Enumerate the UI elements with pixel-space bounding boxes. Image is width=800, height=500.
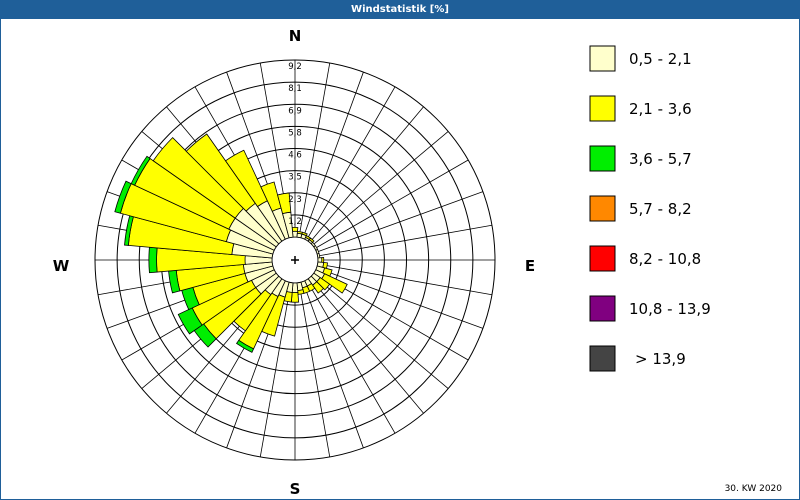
grid-spoke	[316, 267, 484, 329]
radial-tick-label: 2,3	[288, 195, 302, 205]
legend-label: 2,1 - 3,6	[629, 100, 692, 118]
compass-label-W: W	[53, 257, 70, 275]
legend: 0,5 - 2,1 2,1 - 3,6 3,6 - 5,7 5,7 - 8,2 8,2 …	[589, 45, 711, 372]
radial-tick-label: 4,6	[288, 151, 302, 161]
radial-tick-label: 3,5	[288, 173, 302, 183]
grid-spoke	[298, 62, 331, 238]
legend-swatch	[589, 145, 616, 172]
grid-spoke	[312, 274, 449, 389]
radial-tick-label: 9,2	[288, 62, 302, 72]
compass-label-E: E	[525, 257, 535, 275]
radial-tick-label: 1,2	[288, 217, 302, 227]
grid-spoke	[317, 224, 493, 257]
window-title: Windstatistik [%]	[1, 1, 799, 19]
center-marker	[291, 256, 299, 264]
legend-label: 8,2 - 10,8	[629, 250, 701, 268]
legend-swatch	[589, 45, 616, 72]
legend-swatch	[589, 245, 616, 272]
grid-spoke	[302, 71, 364, 239]
rose-wedge-0-bin-1	[291, 226, 299, 232]
grid-spoke	[302, 281, 364, 449]
compass-label-N: N	[289, 27, 302, 45]
legend-swatch	[589, 195, 616, 222]
legend-label: 5,7 - 8,2	[629, 200, 692, 218]
week-label: 30. KW 2020	[724, 484, 782, 494]
rose-wedge-90-bin-1	[321, 257, 325, 263]
rose-wedge-170-bin-1	[297, 289, 305, 295]
grid-spoke	[316, 191, 484, 253]
radial-tick-label: 6,9	[288, 106, 302, 116]
legend-swatch	[589, 95, 616, 122]
legend-swatch	[589, 295, 616, 322]
wind-rose-chart: 1,2 2,3 3,5 4,6 5,8 6,9 8,1 9,2 N E S W 0,5 - 2,1 2,1…	[53, 27, 711, 498]
radial-tick-label: 8,1	[288, 84, 302, 94]
radial-tick-label: 5,8	[288, 128, 302, 138]
grid-spoke	[309, 277, 424, 414]
grid-spoke	[312, 131, 449, 246]
compass-label-S: S	[290, 480, 301, 498]
grid-spoke	[314, 159, 469, 249]
legend-label: 0,5 - 2,1	[629, 50, 692, 68]
grid-spoke	[306, 279, 396, 434]
rose-sectors	[114, 133, 348, 353]
legend-swatch	[589, 345, 616, 372]
legend-label: 3,6 - 5,7	[629, 150, 692, 168]
rose-wedge-80-bin-0	[316, 253, 321, 259]
rose-wedge-90-bin-0	[317, 257, 323, 263]
legend-label: 10,8 - 13,9	[629, 300, 711, 318]
grid-spoke	[309, 106, 424, 243]
grid-spoke	[298, 282, 331, 458]
grid-spoke	[306, 86, 396, 241]
legend-label: > 13,9	[635, 350, 686, 368]
rose-wedge-270-bin-2	[148, 246, 158, 274]
